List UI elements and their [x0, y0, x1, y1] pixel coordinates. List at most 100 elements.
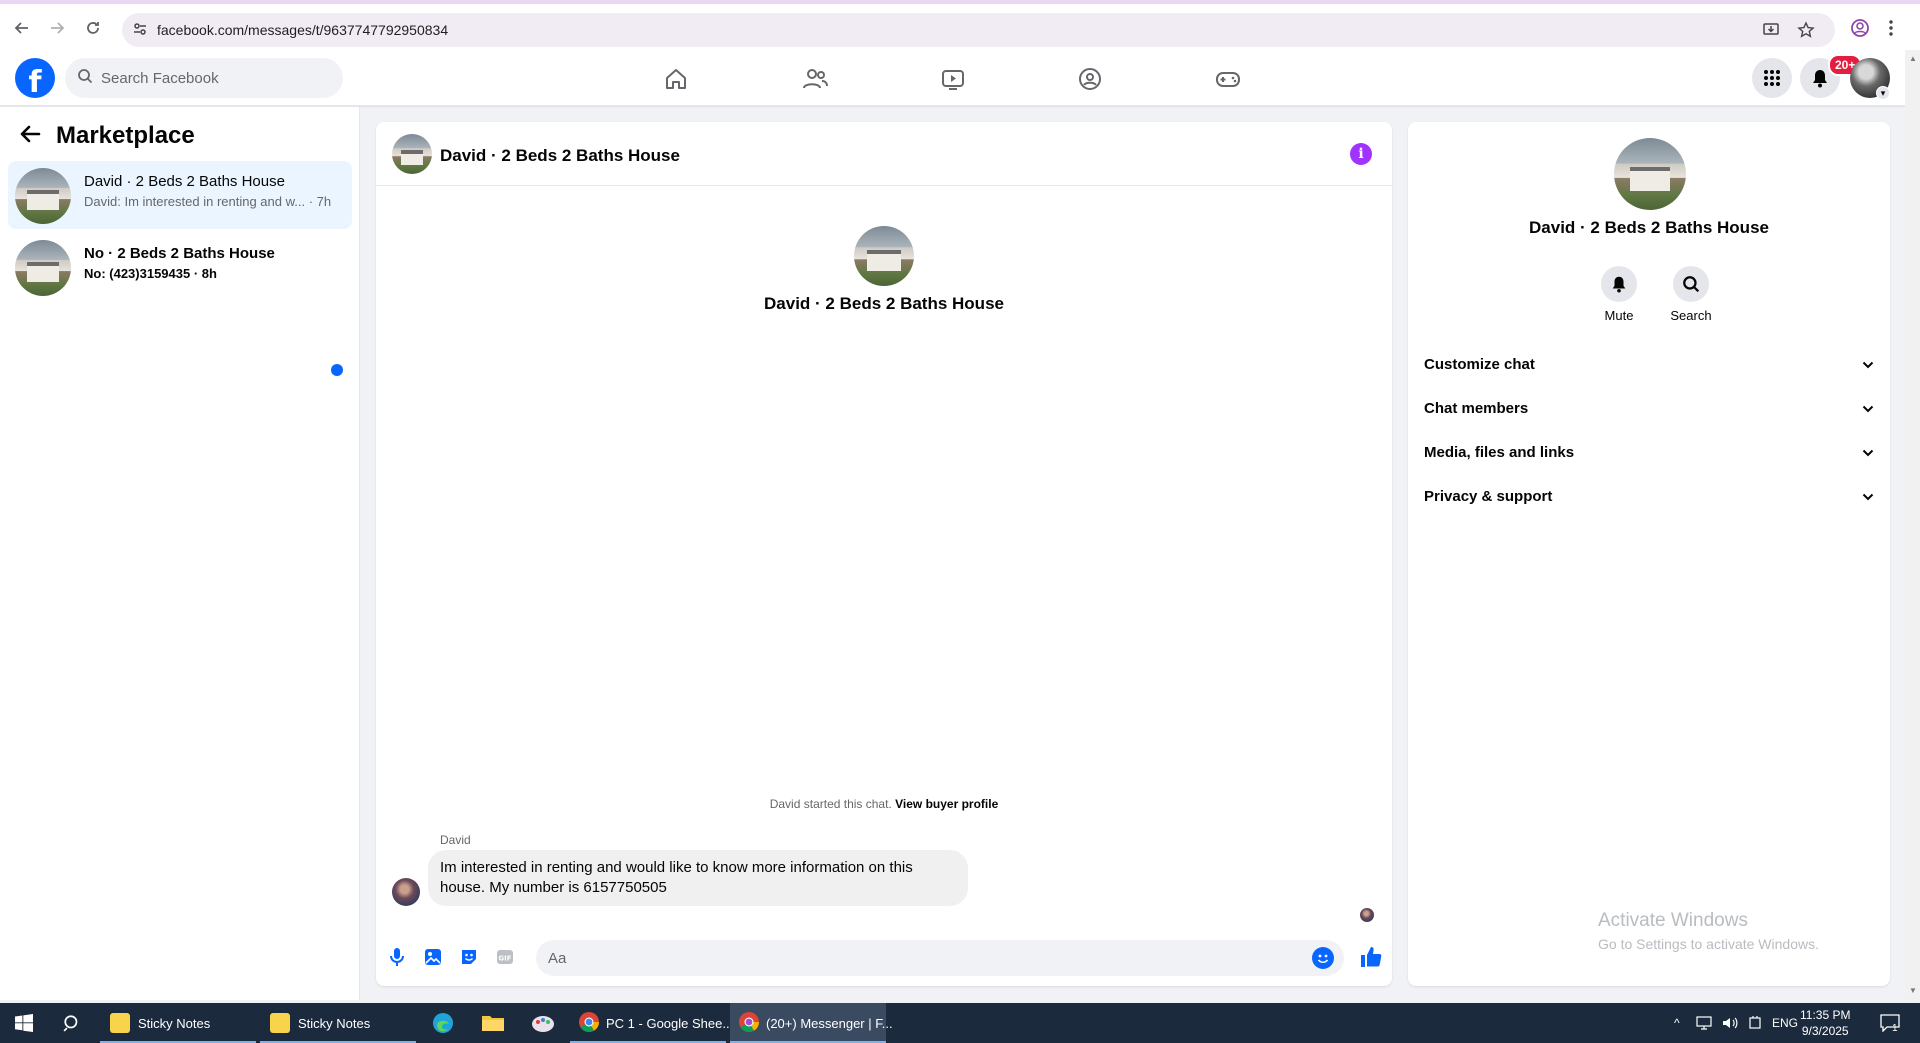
message-input[interactable]: [536, 940, 1296, 976]
bell-icon: [1601, 266, 1637, 302]
back-icon[interactable]: [10, 16, 34, 40]
photo-icon[interactable]: [422, 946, 444, 968]
page-scrollbar[interactable]: ▲ ▼: [1905, 50, 1920, 1000]
conversation-snippet: No: (423)3159435 · 8h: [84, 266, 217, 281]
install-app-icon[interactable]: [1762, 21, 1780, 43]
facebook-header: f Search Facebook 20+ ▾: [0, 50, 1905, 106]
reload-icon[interactable]: [81, 16, 105, 40]
gaming-nav-icon[interactable]: [1213, 65, 1243, 93]
edge-browser-icon[interactable]: [430, 1003, 456, 1043]
info-icon[interactable]: i: [1350, 143, 1372, 165]
chevron-down-icon: [1862, 444, 1874, 461]
view-buyer-profile-link[interactable]: View buyer profile: [895, 797, 998, 811]
message-sender: David: [440, 833, 471, 847]
address-bar[interactable]: facebook.com/messages/t/9637747792950834: [122, 13, 1835, 47]
customize-chat-section[interactable]: Customize chat: [1424, 344, 1874, 384]
clock-date: 9/3/2025: [1801, 1024, 1849, 1038]
taskbar-app-messenger[interactable]: (20+) Messenger | F...: [730, 1003, 893, 1043]
started-text: David started this chat.: [769, 797, 892, 811]
listing-avatar[interactable]: [392, 134, 432, 174]
chat-center-name: David · 2 Beds 2 Baths House: [764, 294, 1004, 313]
watermark-title: Activate Windows: [1598, 910, 1748, 931]
search-in-conversation-button[interactable]: Search: [1661, 266, 1721, 323]
chat-members-section[interactable]: Chat members: [1424, 388, 1874, 428]
taskbar-search-icon[interactable]: [60, 1003, 84, 1043]
browser-profile-icon[interactable]: [1850, 18, 1870, 42]
file-explorer-icon[interactable]: [480, 1003, 506, 1043]
svg-text:GIF: GIF: [498, 955, 511, 963]
video-nav-icon[interactable]: [938, 65, 968, 93]
section-label: Privacy & support: [1424, 487, 1553, 505]
windows-start-icon[interactable]: [12, 1003, 36, 1043]
chat-title[interactable]: David · 2 Beds 2 Baths House: [440, 146, 680, 166]
conversation-item[interactable]: No · 2 Beds 2 Baths House No: (423)31594…: [8, 233, 352, 301]
browser-menu-icon[interactable]: [1888, 18, 1894, 42]
friends-nav-icon[interactable]: [800, 65, 830, 93]
bookmark-star-icon[interactable]: [1797, 21, 1815, 43]
groups-nav-icon[interactable]: [1075, 65, 1105, 93]
sticky-notes-icon: [270, 1013, 290, 1033]
paint-app-icon[interactable]: [528, 1003, 558, 1043]
network-icon[interactable]: [1696, 1003, 1712, 1043]
section-label: Customize chat: [1424, 355, 1535, 373]
url-text[interactable]: facebook.com/messages/t/9637747792950834: [157, 22, 448, 38]
privacy-support-section[interactable]: Privacy & support: [1424, 476, 1874, 516]
emoji-icon[interactable]: [1312, 947, 1334, 969]
chrome-icon: [578, 1011, 600, 1036]
facebook-logo[interactable]: f: [15, 58, 55, 100]
sticker-icon[interactable]: [458, 946, 480, 968]
conversation-name: No · 2 Beds 2 Baths House: [84, 245, 275, 262]
chat-started-notice: David started this chat. View buyer prof…: [376, 797, 1392, 811]
windows-taskbar: Sticky Notes Sticky Notes PC 1 - Google …: [0, 1003, 1920, 1043]
section-label: Media, files and links: [1424, 443, 1575, 461]
thumbs-up-icon[interactable]: [1358, 944, 1384, 970]
search-icon: [77, 68, 93, 88]
listing-profile-avatar: [854, 226, 914, 286]
info-panel-name: David · 2 Beds 2 Baths House: [1529, 218, 1769, 237]
site-settings-icon[interactable]: [132, 21, 148, 41]
gif-icon[interactable]: GIF: [494, 946, 516, 968]
notification-center-icon[interactable]: 1: [1880, 1003, 1900, 1043]
clock-time: 11:35 PM: [1800, 1008, 1851, 1022]
watermark-subtitle: Go to Settings to activate Windows.: [1598, 936, 1819, 952]
volume-icon[interactable]: [1722, 1003, 1738, 1043]
battery-icon[interactable]: [1748, 1003, 1762, 1043]
menu-grid-icon[interactable]: [1752, 58, 1792, 98]
home-nav-icon[interactable]: [661, 65, 691, 93]
back-arrow-icon[interactable]: [18, 122, 42, 150]
chrome-icon: [738, 1011, 760, 1036]
conversation-name: David · 2 Beds 2 Baths House: [84, 173, 285, 190]
microphone-icon[interactable]: [386, 946, 408, 968]
chevron-down-icon[interactable]: ▾: [1876, 86, 1890, 100]
search-label: Search: [1670, 308, 1712, 323]
search-placeholder: Search Facebook: [101, 69, 219, 87]
sidebar-header: Marketplace: [18, 122, 195, 150]
scroll-down-icon[interactable]: ▼: [1909, 986, 1917, 995]
taskbar-clock[interactable]: 11:35 PM 9/3/2025: [1800, 1007, 1850, 1039]
search-facebook-field[interactable]: Search Facebook: [65, 58, 343, 98]
show-hidden-icons-chevron-icon[interactable]: ^: [1674, 1003, 1680, 1043]
taskbar-app-label: Sticky Notes: [138, 1015, 211, 1031]
sidebar-title: Marketplace: [56, 122, 195, 149]
unread-indicator: [331, 364, 343, 376]
taskbar-app-sticky-notes[interactable]: Sticky Notes: [100, 1003, 256, 1043]
scroll-up-icon[interactable]: ▲: [1909, 54, 1917, 63]
read-receipt-avatar: [1360, 908, 1374, 922]
sender-avatar[interactable]: [392, 878, 420, 906]
marketplace-sidebar: Marketplace David · 2 Beds 2 Baths House…: [0, 107, 360, 1000]
conversation-snippet: David: Im interested in renting and w...…: [84, 194, 332, 209]
mute-button[interactable]: Mute: [1589, 266, 1649, 323]
listing-profile-picture[interactable]: [1614, 138, 1686, 210]
message-bubble[interactable]: Im interested in renting and would like …: [428, 850, 968, 906]
forward-icon[interactable]: [45, 16, 69, 40]
media-files-links-section[interactable]: Media, files and links: [1424, 432, 1874, 472]
conversation-item[interactable]: David · 2 Beds 2 Baths House David: Im i…: [8, 161, 352, 229]
taskbar-app-sticky-notes[interactable]: Sticky Notes: [260, 1003, 416, 1043]
chat-header: David · 2 Beds 2 Baths House i: [376, 122, 1392, 186]
taskbar-app-google-sheets[interactable]: PC 1 - Google Shee...: [570, 1003, 733, 1043]
message-composer[interactable]: [536, 940, 1344, 976]
chat-info-panel: David · 2 Beds 2 Baths House Mute Search…: [1408, 122, 1890, 986]
taskbar-app-label: (20+) Messenger | F...: [766, 1015, 893, 1031]
input-language[interactable]: ENG: [1772, 1003, 1798, 1043]
mute-label: Mute: [1604, 308, 1634, 323]
